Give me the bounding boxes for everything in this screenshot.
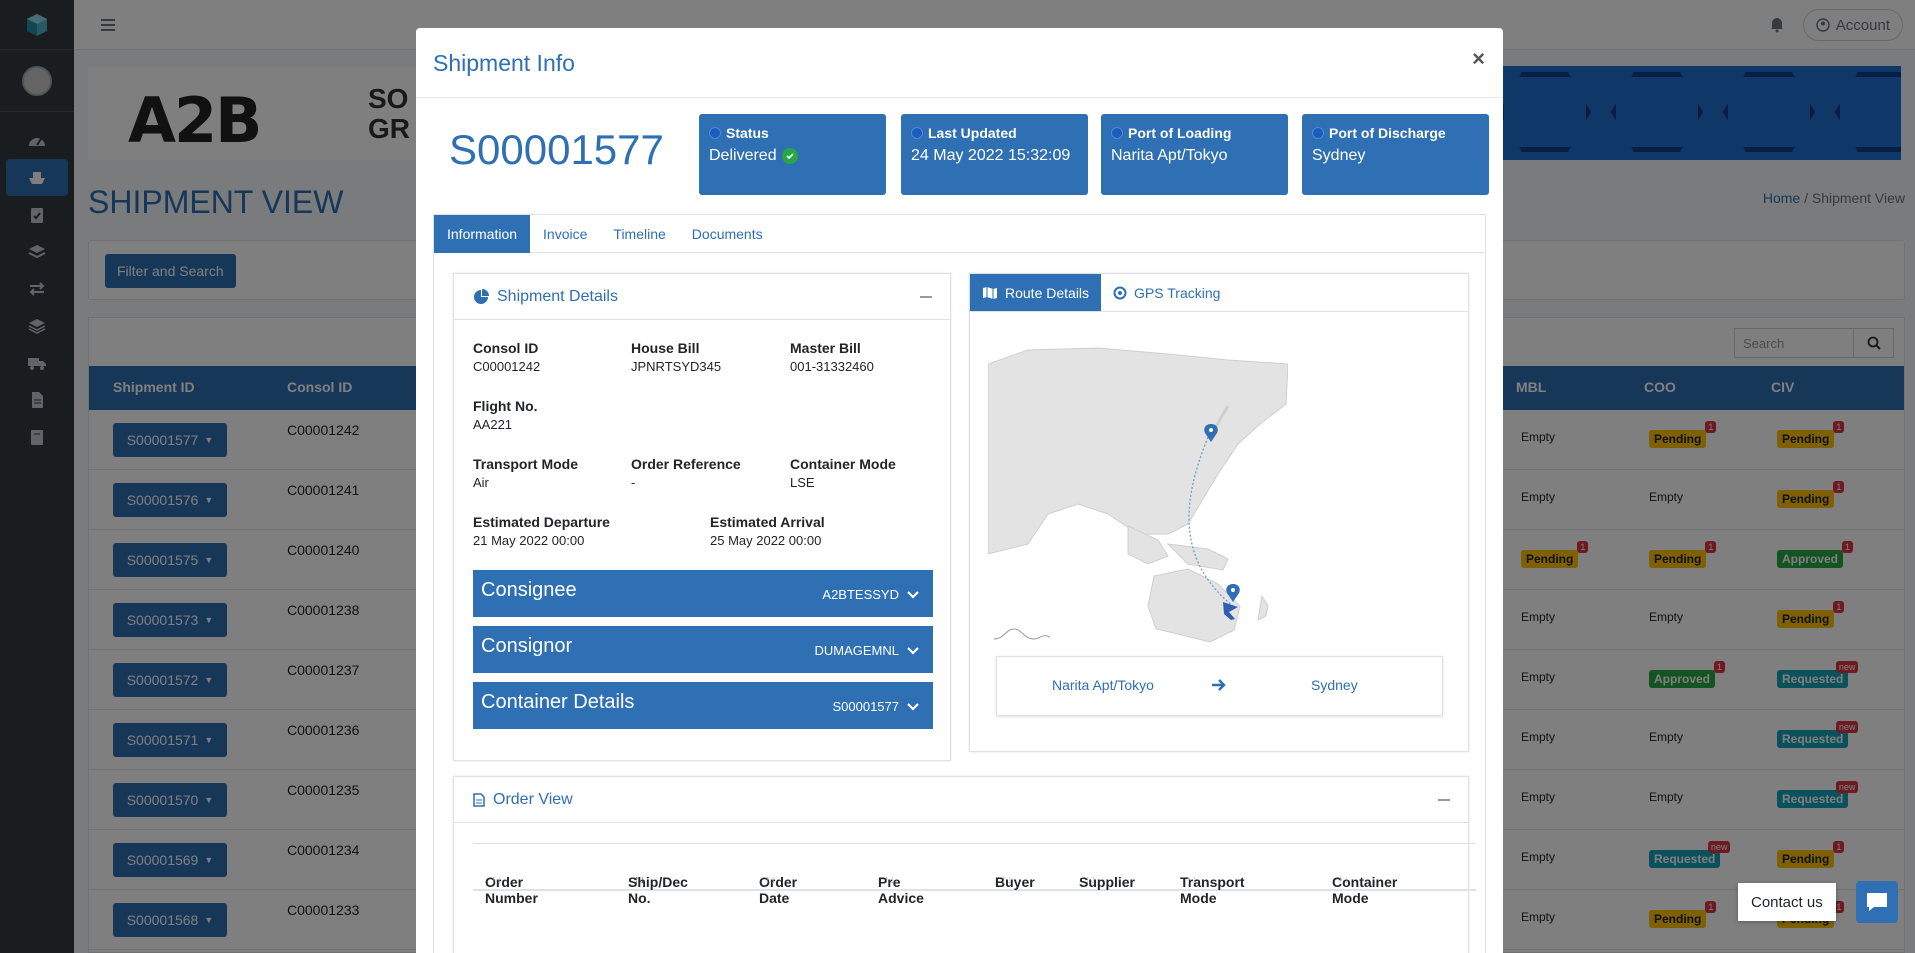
consignor-accordion[interactable]: Consignor DUMAGEMNL — [473, 626, 933, 673]
container-details-title: Container Details — [481, 691, 635, 713]
tab-documents[interactable]: Documents — [679, 215, 776, 253]
consignee-code: A2BTESSYD — [822, 587, 899, 602]
map-icon — [983, 286, 997, 299]
order-view-title: Order View — [493, 790, 573, 808]
shipment-details-panel: Shipment Details Consol ID C00001242 Hous… — [453, 273, 951, 761]
collapse-button[interactable] — [1438, 799, 1450, 801]
tab-invoice[interactable]: Invoice — [530, 215, 600, 253]
field-house-bill: House Bill JPNRTSYD345 — [631, 340, 722, 374]
consignor-title: Consignor — [481, 635, 573, 657]
modal-title: Shipment Info — [433, 50, 575, 76]
clock-icon — [911, 127, 923, 139]
field-estimated-arrival: Estimated Arrival 25 May 2022 00:00 — [710, 514, 825, 548]
collapse-button[interactable] — [920, 296, 932, 298]
port-of-discharge-box: Port of Discharge Sydney — [1302, 114, 1489, 195]
field-estimated-departure: Estimated Departure 21 May 2022 00:00 — [473, 514, 610, 548]
field-master-bill: Master Bill 001-31332460 — [790, 340, 874, 374]
shipment-id-heading: S00001577 — [449, 126, 664, 173]
target-icon — [1113, 286, 1127, 299]
last-updated-box: Last Updated 24 May 2022 15:32:09 — [901, 114, 1088, 195]
port-of-loading-box: Port of Loading Narita Apt/Tokyo — [1101, 114, 1288, 195]
consignee-title: Consignee — [481, 579, 577, 601]
consignor-code: DUMAGEMNL — [814, 643, 899, 658]
route-from[interactable]: Narita Apt/Tokyo — [1052, 677, 1154, 693]
container-code: S00001577 — [832, 699, 899, 714]
pie-chart-icon — [474, 288, 489, 304]
field-order-reference: Order Reference - — [631, 456, 741, 490]
route-panel: Route Details GPS Tracking Narita Apt/To… — [969, 273, 1469, 752]
status-dot-icon — [709, 127, 721, 139]
container-details-accordion[interactable]: Container Details S00001577 — [473, 682, 933, 729]
contact-us-label[interactable]: Contact us — [1738, 883, 1836, 921]
chevron-down-icon — [907, 702, 919, 711]
route-tabs: Route Details GPS Tracking — [970, 274, 1468, 312]
route-to[interactable]: Sydney — [1311, 677, 1358, 693]
shipment-tabs: Information Invoice Timeline Documents — [434, 215, 1485, 253]
status-value: Delivered — [709, 147, 777, 164]
order-view-header: Order View — [454, 777, 1468, 823]
tab-information[interactable]: Information — [434, 215, 531, 253]
tab-gps-tracking[interactable]: GPS Tracking — [1101, 274, 1232, 311]
map-pin-icon — [1312, 127, 1324, 139]
chevron-down-icon — [907, 646, 919, 655]
shipment-details-title: Shipment Details — [497, 287, 618, 305]
route-summary: Narita Apt/Tokyo Sydney — [996, 656, 1443, 716]
modal-close-button[interactable]: × — [1472, 46, 1485, 72]
field-container-mode: Container Mode LSE — [790, 456, 896, 490]
field-flight-no: Flight No. AA221 — [473, 398, 538, 432]
chevron-down-icon — [907, 590, 919, 599]
field-consol-id: Consol ID C00001242 — [473, 340, 541, 374]
port-of-loading-value: Narita Apt/Tokyo — [1111, 147, 1228, 164]
document-icon — [473, 792, 485, 807]
check-circle-icon — [781, 148, 798, 164]
field-transport-mode: Transport Mode Air — [473, 456, 579, 490]
status-box: Status Delivered — [699, 114, 886, 195]
shipment-info-modal: Shipment Info × S00001577 Status Deliver… — [416, 28, 1503, 953]
chat-bubble-icon — [1867, 893, 1887, 911]
consignee-accordion[interactable]: Consignee A2BTESSYD — [473, 570, 933, 617]
last-updated-value: 24 May 2022 15:32:09 — [911, 147, 1071, 164]
port-of-discharge-value: Sydney — [1312, 147, 1366, 164]
map-pin-icon — [1111, 127, 1123, 139]
modal-header: Shipment Info × — [416, 28, 1503, 98]
tab-route-details[interactable]: Route Details — [970, 274, 1102, 311]
route-map[interactable] — [988, 344, 1288, 644]
map-scale-icon — [994, 628, 1050, 640]
order-table-header: Order Number ↑↓ Ship/Dec No. ↑↓ Order Date… — [473, 843, 1476, 906]
shipment-tabs-card: Information Invoice Timeline Documents S… — [433, 214, 1486, 953]
chat-button[interactable] — [1856, 881, 1898, 923]
arrow-right-icon — [1212, 679, 1226, 691]
shipment-details-header: Shipment Details — [454, 274, 950, 320]
tab-timeline[interactable]: Timeline — [600, 215, 678, 253]
order-view-panel: Order View Order Number ↑↓ Ship/Dec No. ↑↓… — [453, 776, 1476, 953]
